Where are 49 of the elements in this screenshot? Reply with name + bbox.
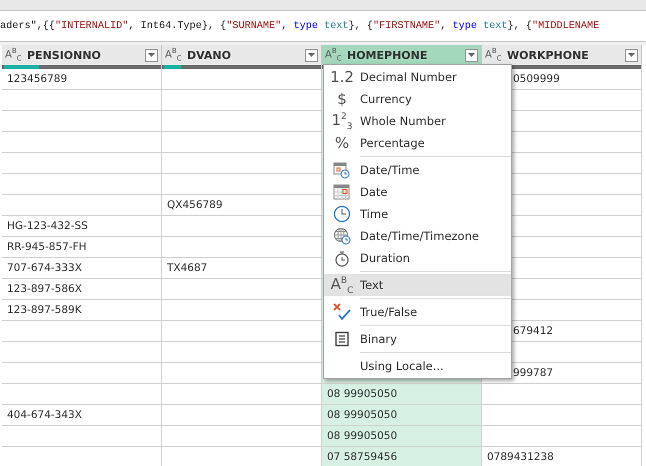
menu-item[interactable]: 1$^{2}$$_{3}$ Whole Number <box>324 110 511 132</box>
table-cell: 08 99905050 <box>322 384 482 405</box>
table-cell: 123-897-589K <box>2 300 162 321</box>
table-cell: 123456789 <box>2 69 162 90</box>
table-cell: 08 99905050 <box>322 405 482 426</box>
caret-icon <box>308 53 315 57</box>
dropdown-button[interactable] <box>465 48 478 62</box>
type-glyph-icon: 1.2 <box>330 68 354 86</box>
menu-item[interactable]: Date/Time <box>324 159 511 181</box>
clock-icon <box>333 205 351 223</box>
menu-item[interactable]: % Percentage <box>324 132 511 154</box>
column-header[interactable]: A$^{B}$$_{C}$ WORKPHONE <box>482 45 642 65</box>
column-header[interactable]: A$^{B}$$_{C}$ PENSIONNO <box>2 45 162 65</box>
menu-item[interactable]: A$^{B}$$_{C}$ Text <box>324 274 511 296</box>
table-cell: 0789431238 <box>482 447 642 466</box>
caret-icon <box>468 53 475 57</box>
menu-item[interactable]: $ Currency <box>324 88 511 110</box>
globe-clock-icon <box>333 227 351 245</box>
table-cell: 707-674-333X <box>2 258 162 279</box>
calendar-clock-icon <box>333 161 351 179</box>
table-cell: 404-674-343X <box>2 405 162 426</box>
formula-text[interactable]: aders",{{"INTERNALID", Int64.Type}, {"SURNAME", type text}, {"FIRSTNAME", type text}, {"MIDDLENAME <box>0 10 646 42</box>
type-glyph-icon: $ <box>337 90 347 108</box>
menu-item[interactable]: Date <box>324 181 511 203</box>
cross-check-icon <box>333 303 351 321</box>
type-glyph-icon: % <box>334 134 350 152</box>
table-cell: RR-945-857-FH <box>2 237 162 258</box>
menu-item[interactable]: Duration <box>324 247 511 269</box>
dropdown-button[interactable] <box>145 48 158 62</box>
table-cell: 123-897-586X <box>2 279 162 300</box>
stopwatch-icon <box>334 250 350 266</box>
column-header[interactable]: A$^{B}$$_{C}$ DVANO <box>162 45 322 65</box>
column-name: HOMEPHONE <box>347 48 428 62</box>
menu-item[interactable]: True/False <box>324 301 511 323</box>
dropdown-button[interactable] <box>305 48 318 62</box>
column-name: PENSIONNO <box>27 48 102 62</box>
menu-item[interactable]: Date/Time/Timezone <box>324 225 511 247</box>
dropdown-button[interactable] <box>625 48 638 62</box>
document-icon <box>334 331 350 347</box>
column-name: DVANO <box>187 48 232 62</box>
caret-icon <box>628 53 635 57</box>
calendar-icon <box>333 183 351 201</box>
menu-item[interactable]: Time <box>324 203 511 225</box>
table-cell: 07 58759456 <box>322 447 482 466</box>
table-cell: HG-123-432-SS <box>2 216 162 237</box>
column-name: WORKPHONE <box>507 48 590 62</box>
table-cell: 08 99905050 <box>322 426 482 447</box>
caret-icon <box>148 53 155 57</box>
column-header[interactable]: A$^{B}$$_{C}$ HOMEPHONE <box>322 45 482 65</box>
